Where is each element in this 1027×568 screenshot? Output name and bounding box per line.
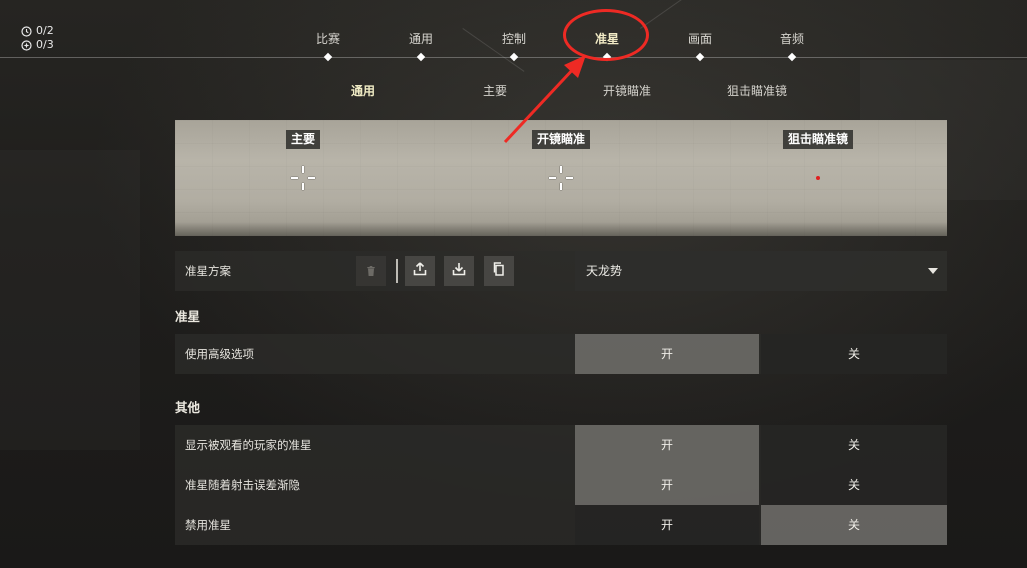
background-shape [0, 150, 140, 450]
tab-video[interactable]: 画面 [670, 30, 730, 47]
profile-select[interactable]: 天龙势 [575, 251, 947, 291]
preview-label-ads: 开镜瞄准 [531, 130, 591, 149]
profile-label: 准星方案 [185, 264, 231, 278]
export-profile-button[interactable] [405, 256, 435, 286]
upload-icon [412, 261, 428, 281]
delete-profile-button[interactable] [356, 256, 386, 286]
counter-text: 0/3 [36, 38, 54, 51]
crosshair-profile-row: 准星方案 天龙势 [175, 251, 947, 291]
decorative-line [640, 0, 707, 29]
preview-label-sniper: 狙击瞄准镜 [782, 130, 854, 149]
delete-icon [365, 262, 377, 281]
setting-label: 显示被观看的玩家的准星 [185, 438, 312, 452]
tab-indicator [323, 52, 333, 62]
copy-icon [491, 261, 507, 281]
setting-row-show-spectated-crosshair: 显示被观看的玩家的准星 开 关 [175, 425, 947, 465]
setting-row-disable-crosshair: 禁用准星 开 关 [175, 505, 947, 545]
tab-audio[interactable]: 音频 [762, 30, 822, 47]
setting-label: 禁用准星 [185, 518, 231, 532]
subtab-primary[interactable]: 主要 [445, 82, 545, 99]
subtab-general[interactable]: 通用 [313, 82, 413, 99]
separator [396, 259, 398, 283]
tab-indicator [787, 52, 797, 62]
crosshair-primary [290, 165, 316, 191]
progress-counters: 0/2 0/3 [21, 24, 54, 52]
tab-indicator [695, 52, 705, 62]
copy-profile-button[interactable] [484, 256, 514, 286]
counter-matches: 0/2 [21, 24, 54, 38]
tab-general[interactable]: 通用 [391, 30, 451, 47]
toggle-off-button[interactable]: 关 [761, 465, 947, 505]
sniper-dot [816, 176, 820, 180]
tab-indicator [416, 52, 426, 62]
toggle-off-button[interactable]: 关 [761, 505, 947, 545]
toggle-on-button[interactable]: 开 [575, 465, 759, 505]
chevron-down-icon [928, 268, 938, 274]
tab-match[interactable]: 比赛 [298, 30, 358, 47]
subtab-ads[interactable]: 开镜瞄准 [577, 82, 677, 99]
clock-icon [21, 25, 32, 37]
tab-controls[interactable]: 控制 [484, 30, 544, 47]
toggle-off-button[interactable]: 关 [761, 425, 947, 465]
tab-indicator [509, 52, 519, 62]
counter-badges: 0/3 [21, 38, 54, 52]
preview-shade [175, 222, 947, 236]
setting-label: 使用高级选项 [185, 347, 254, 361]
star-badge-icon [21, 39, 32, 51]
preview-label-primary: 主要 [285, 130, 321, 149]
settings-screen: 0/2 0/3 比赛 通用 控制 准星 画面 音频 通用 主要 开镜瞄准 狙击瞄… [0, 0, 1027, 568]
crosshair-preview: 主要 开镜瞄准 狙击瞄准镜 [175, 120, 947, 236]
annotation-highlight-circle [563, 9, 649, 61]
section-title-other: 其他 [175, 400, 201, 415]
crosshair-ads [548, 165, 574, 191]
counter-text: 0/2 [36, 24, 54, 37]
toggle-on-button[interactable]: 开 [575, 425, 759, 465]
setting-row-advanced-options: 使用高级选项 开 关 [175, 334, 947, 374]
download-icon [451, 261, 467, 281]
setting-label: 准星随着射击误差渐隐 [185, 478, 300, 492]
subtab-sniper-scope[interactable]: 狙击瞄准镜 [707, 82, 807, 99]
import-profile-button[interactable] [444, 256, 474, 286]
section-title-crosshair: 准星 [175, 309, 201, 324]
setting-row-fade-with-firing-error: 准星随着射击误差渐隐 开 关 [175, 465, 947, 505]
toggle-on-button[interactable]: 开 [575, 334, 759, 374]
toggle-off-button[interactable]: 关 [761, 334, 947, 374]
profile-selected-value: 天龙势 [586, 264, 623, 278]
toggle-on-button[interactable]: 开 [575, 505, 759, 545]
